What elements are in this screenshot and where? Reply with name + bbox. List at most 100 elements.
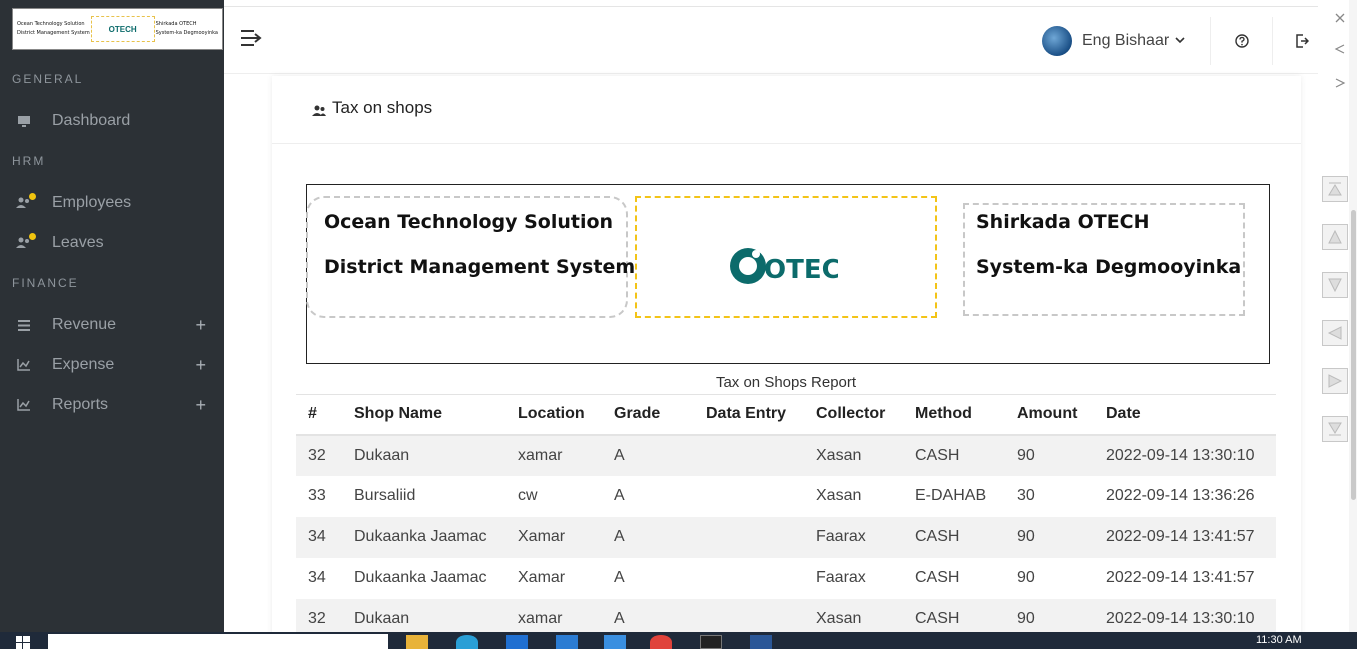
sidebar-item-employees[interactable]: Employees [0, 185, 224, 221]
cell-method: E-DAHAB [915, 487, 987, 504]
cell-date: 2022-09-14 13:41:57 [1106, 569, 1255, 586]
cell-shop-name: Bursaliid [354, 487, 416, 504]
column-header[interactable]: Location [506, 394, 602, 436]
otech-logo: OTECH [728, 242, 862, 290]
store-icon[interactable] [604, 635, 626, 649]
cell-grade: A [614, 569, 625, 586]
scroll-down-icon[interactable] [1322, 272, 1348, 298]
table-row: 34 Dukaanka Jaamac Xamar A Faarax CASH 9… [296, 516, 1276, 558]
scrollbar-thumb[interactable] [1351, 210, 1356, 500]
logo-mid: OTECH [90, 16, 155, 42]
column-header[interactable]: Collector [804, 394, 903, 436]
word-icon[interactable] [750, 635, 772, 649]
column-header[interactable]: Data Entry [694, 394, 804, 436]
sidebar-item-reports[interactable]: Reports + [0, 387, 224, 423]
cell-id: 32 [296, 434, 342, 476]
scroll-up-icon[interactable] [1322, 224, 1348, 250]
chevron-left-icon[interactable] [1334, 44, 1346, 54]
users-icon [16, 233, 36, 251]
scroll-top-icon[interactable] [1322, 176, 1348, 202]
expand-plus-icon[interactable]: + [195, 395, 206, 416]
logo-right: Shirkada OTECH System-ka Degmooyinka [156, 20, 218, 38]
cell-shop-name: Dukaan [342, 434, 506, 476]
sidebar-item-label: Leaves [52, 234, 104, 251]
logo-right-line1: Shirkada OTECH [155, 21, 197, 27]
column-header[interactable]: # [296, 394, 342, 436]
divider [1210, 17, 1211, 65]
cell-collector: Xasan [804, 434, 903, 476]
app-logo[interactable]: Ocean Technology Solution District Manag… [12, 8, 223, 50]
expand-plus-icon[interactable]: + [195, 315, 206, 336]
table-row: 32 Dukaan xamar A Xasan CASH 90 2022-09-… [296, 434, 1276, 476]
sidebar-item-revenue[interactable]: Revenue + [0, 307, 224, 343]
cell-id: 34 [308, 569, 326, 586]
os-taskbar: 11:30 AM [0, 632, 1357, 649]
cell-date: 2022-09-14 13:36:26 [1106, 487, 1255, 504]
sidebar: Ocean Technology Solution District Manag… [0, 0, 224, 632]
scroll-left-icon[interactable] [1322, 320, 1348, 346]
sidebar-item-label: Employees [52, 194, 132, 211]
cell-date: 2022-09-14 13:41:57 [1094, 516, 1276, 558]
vscode-icon[interactable] [556, 635, 578, 649]
chevron-right-icon[interactable] [1334, 78, 1346, 88]
chart-icon [16, 357, 32, 373]
notification-dot [29, 233, 36, 240]
cell-collector: Faarax [804, 516, 903, 558]
logo-right-line2: System-ka Degmooyinka [155, 30, 218, 36]
cell-amount: 90 [1017, 569, 1035, 586]
card-header: Tax on shops [272, 76, 1301, 144]
expand-plus-icon[interactable]: + [195, 355, 206, 376]
cell-method: CASH [915, 569, 960, 586]
scroll-bottom-icon[interactable] [1322, 416, 1348, 442]
system-name-local: System-ka Degmooyinka [976, 256, 1242, 278]
cell-amount: 30 [1017, 487, 1035, 504]
sidebar-item-leaves[interactable]: Leaves [0, 225, 224, 261]
column-header[interactable]: Grade [602, 394, 694, 436]
column-header[interactable]: Date [1094, 394, 1276, 436]
avatar [1042, 26, 1072, 56]
scroll-right-icon[interactable] [1322, 368, 1348, 394]
logo-left-line1: Ocean Technology Solution [17, 21, 85, 27]
cell-location: Xamar [518, 569, 566, 586]
chevron-down-icon [1175, 36, 1185, 47]
user-name: Eng Bishaar [1082, 32, 1170, 49]
column-header[interactable]: Method [903, 394, 1005, 436]
cell-collector: Xasan [816, 487, 862, 504]
column-header[interactable]: Shop Name [342, 394, 506, 436]
users-icon [16, 193, 36, 211]
chart-icon [16, 397, 32, 413]
logo-left: Ocean Technology Solution District Manag… [17, 20, 90, 38]
org-name-local: Shirkada OTECH [976, 211, 1150, 233]
cell-method: CASH [903, 434, 1005, 476]
cell-data-entry [694, 476, 804, 517]
edge-browser-icon[interactable] [456, 635, 478, 649]
cell-shop-name: Dukaanka Jaamac [354, 569, 487, 586]
column-header[interactable]: Amount [1005, 394, 1094, 436]
cell-id: 34 [296, 516, 342, 558]
windows-start-icon[interactable] [16, 636, 30, 649]
app-window: Ocean Technology Solution District Manag… [0, 0, 1357, 649]
close-icon[interactable] [1334, 12, 1346, 24]
divider [1272, 17, 1273, 65]
report-caption: Tax on Shops Report [715, 374, 857, 391]
cell-collector: Faarax [816, 569, 866, 586]
help-icon[interactable] [1232, 31, 1252, 51]
mail-icon[interactable] [506, 635, 528, 649]
taskbar-search[interactable] [48, 634, 388, 649]
terminal-icon[interactable] [700, 635, 722, 649]
cell-data-entry [694, 516, 804, 558]
org-name: Ocean Technology Solution [324, 211, 614, 233]
sidebar-item-label: Dashboard [52, 112, 131, 129]
user-menu[interactable]: Eng Bishaar [1042, 23, 1185, 59]
sidebar-item-expense[interactable]: Expense + [0, 347, 224, 383]
logout-icon[interactable] [1292, 31, 1312, 51]
cell-data-entry [694, 558, 804, 599]
sidebar-item-dashboard[interactable]: Dashboard [0, 103, 224, 139]
taskbar-clock[interactable]: 11:30 AM [1256, 634, 1302, 646]
menu-toggle-icon[interactable] [240, 29, 262, 51]
system-name: District Management System [324, 256, 636, 278]
page-title-text: Tax on shops [332, 98, 433, 117]
chrome-icon[interactable] [650, 635, 672, 649]
file-explorer-icon[interactable] [406, 635, 428, 649]
cell-amount: 90 [1005, 434, 1094, 476]
